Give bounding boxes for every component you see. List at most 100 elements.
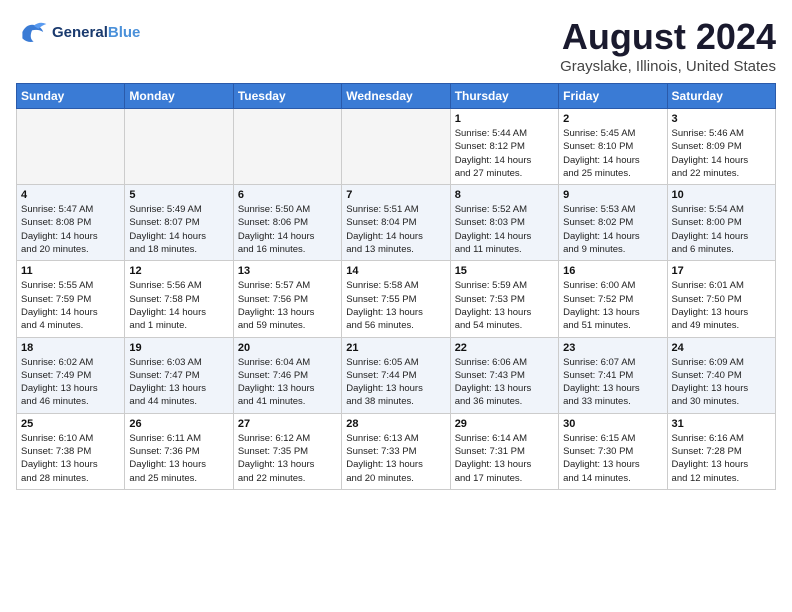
day-number: 4 — [21, 189, 120, 201]
day-info: Sunrise: 6:13 AM Sunset: 7:33 PM Dayligh… — [346, 432, 445, 485]
day-info: Sunrise: 6:11 AM Sunset: 7:36 PM Dayligh… — [129, 432, 228, 485]
logo-text: GeneralBlue — [52, 24, 140, 41]
day-number: 26 — [129, 418, 228, 430]
calendar-cell: 18 Sunrise: 6:02 AM Sunset: 7:49 PM Dayli… — [17, 337, 125, 413]
weekday-header-saturday: Saturday — [667, 84, 775, 109]
day-number: 15 — [455, 265, 554, 277]
calendar-cell: 28 Sunrise: 6:13 AM Sunset: 7:33 PM Dayli… — [342, 413, 450, 489]
day-info: Sunrise: 6:01 AM Sunset: 7:50 PM Dayligh… — [672, 279, 771, 332]
day-info: Sunrise: 6:06 AM Sunset: 7:43 PM Dayligh… — [455, 356, 554, 409]
calendar-week-row: 18 Sunrise: 6:02 AM Sunset: 7:49 PM Dayli… — [17, 337, 776, 413]
calendar-week-row: 25 Sunrise: 6:10 AM Sunset: 7:38 PM Dayli… — [17, 413, 776, 489]
day-info: Sunrise: 6:05 AM Sunset: 7:44 PM Dayligh… — [346, 356, 445, 409]
day-number: 11 — [21, 265, 120, 277]
calendar-cell: 31 Sunrise: 6:16 AM Sunset: 7:28 PM Dayli… — [667, 413, 775, 489]
day-number: 14 — [346, 265, 445, 277]
day-number: 6 — [238, 189, 337, 201]
day-info: Sunrise: 6:10 AM Sunset: 7:38 PM Dayligh… — [21, 432, 120, 485]
logo: GeneralBlue — [16, 16, 140, 48]
day-number: 21 — [346, 342, 445, 354]
day-info: Sunrise: 5:55 AM Sunset: 7:59 PM Dayligh… — [21, 279, 120, 332]
calendar-cell: 12 Sunrise: 5:56 AM Sunset: 7:58 PM Dayli… — [125, 261, 233, 337]
calendar-cell: 9Sunrise: 5:53 AM Sunset: 8:02 PM Daylig… — [559, 185, 667, 261]
weekday-header-tuesday: Tuesday — [233, 84, 341, 109]
day-info: Sunrise: 6:00 AM Sunset: 7:52 PM Dayligh… — [563, 279, 662, 332]
calendar-cell: 17 Sunrise: 6:01 AM Sunset: 7:50 PM Dayli… — [667, 261, 775, 337]
page-header: GeneralBlue August 2024 Grayslake, Illin… — [16, 16, 776, 75]
logo-icon — [16, 16, 48, 48]
calendar-cell: 11 Sunrise: 5:55 AM Sunset: 7:59 PM Dayli… — [17, 261, 125, 337]
day-info: Sunrise: 5:47 AM Sunset: 8:08 PM Dayligh… — [21, 203, 120, 256]
day-number: 13 — [238, 265, 337, 277]
location-subtitle: Grayslake, Illinois, United States — [560, 58, 776, 75]
calendar-week-row: 4 Sunrise: 5:47 AM Sunset: 8:08 PM Daylig… — [17, 185, 776, 261]
day-number: 12 — [129, 265, 228, 277]
calendar-cell: 6Sunrise: 5:50 AM Sunset: 8:06 PM Daylig… — [233, 185, 341, 261]
calendar-cell: 22 Sunrise: 6:06 AM Sunset: 7:43 PM Dayli… — [450, 337, 558, 413]
calendar-cell — [17, 109, 125, 185]
day-number: 19 — [129, 342, 228, 354]
day-number: 3 — [672, 113, 771, 125]
calendar-title: August 2024 — [560, 16, 776, 58]
day-number: 7 — [346, 189, 445, 201]
day-number: 25 — [21, 418, 120, 430]
day-info: Sunrise: 6:16 AM Sunset: 7:28 PM Dayligh… — [672, 432, 771, 485]
day-info: Sunrise: 6:09 AM Sunset: 7:40 PM Dayligh… — [672, 356, 771, 409]
day-number: 20 — [238, 342, 337, 354]
weekday-header-thursday: Thursday — [450, 84, 558, 109]
day-number: 28 — [346, 418, 445, 430]
day-number: 24 — [672, 342, 771, 354]
day-info: Sunrise: 5:58 AM Sunset: 7:55 PM Dayligh… — [346, 279, 445, 332]
day-number: 22 — [455, 342, 554, 354]
calendar-cell: 20 Sunrise: 6:04 AM Sunset: 7:46 PM Dayli… — [233, 337, 341, 413]
calendar-cell: 15Sunrise: 5:59 AM Sunset: 7:53 PM Dayli… — [450, 261, 558, 337]
calendar-cell: 7 Sunrise: 5:51 AM Sunset: 8:04 PM Daylig… — [342, 185, 450, 261]
weekday-header-wednesday: Wednesday — [342, 84, 450, 109]
calendar-cell: 1Sunrise: 5:44 AM Sunset: 8:12 PM Daylig… — [450, 109, 558, 185]
day-number: 16 — [563, 265, 662, 277]
day-number: 17 — [672, 265, 771, 277]
calendar-cell: 27Sunrise: 6:12 AM Sunset: 7:35 PM Dayli… — [233, 413, 341, 489]
calendar-cell — [233, 109, 341, 185]
day-info: Sunrise: 6:14 AM Sunset: 7:31 PM Dayligh… — [455, 432, 554, 485]
calendar-week-row: 1Sunrise: 5:44 AM Sunset: 8:12 PM Daylig… — [17, 109, 776, 185]
day-info: Sunrise: 5:45 AM Sunset: 8:10 PM Dayligh… — [563, 127, 662, 180]
calendar-cell: 16 Sunrise: 6:00 AM Sunset: 7:52 PM Dayli… — [559, 261, 667, 337]
calendar-cell: 30Sunrise: 6:15 AM Sunset: 7:30 PM Dayli… — [559, 413, 667, 489]
weekday-header-monday: Monday — [125, 84, 233, 109]
calendar-cell: 8Sunrise: 5:52 AM Sunset: 8:03 PM Daylig… — [450, 185, 558, 261]
calendar-cell: 10 Sunrise: 5:54 AM Sunset: 8:00 PM Dayli… — [667, 185, 775, 261]
calendar-cell: 4 Sunrise: 5:47 AM Sunset: 8:08 PM Daylig… — [17, 185, 125, 261]
calendar-cell — [342, 109, 450, 185]
calendar-cell: 14 Sunrise: 5:58 AM Sunset: 7:55 PM Dayli… — [342, 261, 450, 337]
day-info: Sunrise: 5:57 AM Sunset: 7:56 PM Dayligh… — [238, 279, 337, 332]
weekday-header-sunday: Sunday — [17, 84, 125, 109]
calendar-cell: 23 Sunrise: 6:07 AM Sunset: 7:41 PM Dayli… — [559, 337, 667, 413]
day-info: Sunrise: 5:51 AM Sunset: 8:04 PM Dayligh… — [346, 203, 445, 256]
day-number: 18 — [21, 342, 120, 354]
day-info: Sunrise: 6:04 AM Sunset: 7:46 PM Dayligh… — [238, 356, 337, 409]
calendar-cell: 2 Sunrise: 5:45 AM Sunset: 8:10 PM Daylig… — [559, 109, 667, 185]
day-number: 31 — [672, 418, 771, 430]
day-number: 29 — [455, 418, 554, 430]
title-area: August 2024 Grayslake, Illinois, United … — [560, 16, 776, 75]
calendar-cell: 3Sunrise: 5:46 AM Sunset: 8:09 PM Daylig… — [667, 109, 775, 185]
day-number: 30 — [563, 418, 662, 430]
weekday-header-friday: Friday — [559, 84, 667, 109]
calendar-cell: 19Sunrise: 6:03 AM Sunset: 7:47 PM Dayli… — [125, 337, 233, 413]
day-number: 27 — [238, 418, 337, 430]
day-info: Sunrise: 6:02 AM Sunset: 7:49 PM Dayligh… — [21, 356, 120, 409]
calendar-cell: 5Sunrise: 5:49 AM Sunset: 8:07 PM Daylig… — [125, 185, 233, 261]
day-number: 23 — [563, 342, 662, 354]
day-info: Sunrise: 5:54 AM Sunset: 8:00 PM Dayligh… — [672, 203, 771, 256]
day-info: Sunrise: 5:49 AM Sunset: 8:07 PM Dayligh… — [129, 203, 228, 256]
day-number: 8 — [455, 189, 554, 201]
calendar-cell: 29 Sunrise: 6:14 AM Sunset: 7:31 PM Dayli… — [450, 413, 558, 489]
day-number: 2 — [563, 113, 662, 125]
calendar-cell: 25 Sunrise: 6:10 AM Sunset: 7:38 PM Dayli… — [17, 413, 125, 489]
day-info: Sunrise: 5:53 AM Sunset: 8:02 PM Dayligh… — [563, 203, 662, 256]
calendar-table: SundayMondayTuesdayWednesdayThursdayFrid… — [16, 83, 776, 490]
day-info: Sunrise: 6:07 AM Sunset: 7:41 PM Dayligh… — [563, 356, 662, 409]
day-info: Sunrise: 5:56 AM Sunset: 7:58 PM Dayligh… — [129, 279, 228, 332]
day-number: 10 — [672, 189, 771, 201]
